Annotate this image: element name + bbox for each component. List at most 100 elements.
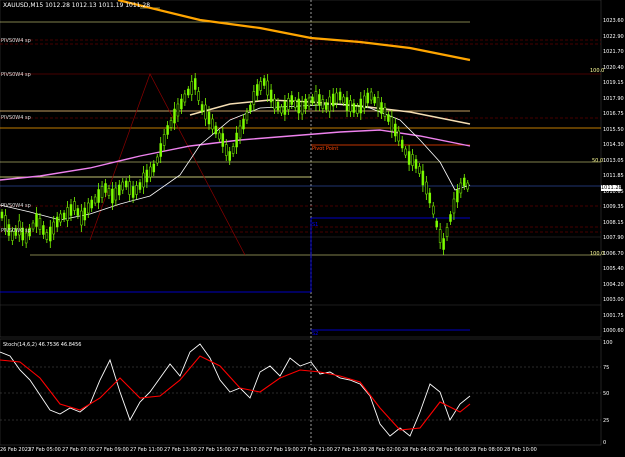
candle-body: [221, 133, 225, 147]
time-axis-label: 28 Feb 06:00: [436, 447, 469, 453]
candle-body: [311, 96, 314, 104]
price-axis-label: 1013.05: [603, 157, 624, 164]
candle-body: [304, 98, 307, 110]
candle-body: [76, 208, 80, 216]
candle-body: [449, 214, 452, 222]
candle-body: [128, 181, 131, 195]
candle-body: [31, 222, 35, 230]
candle-body: [162, 134, 166, 146]
candle-body: [225, 144, 228, 156]
candle-body: [269, 89, 273, 103]
time-axis-label: 27 Feb 15:00: [198, 447, 231, 453]
candle-body: [55, 216, 59, 228]
candle-body: [142, 172, 145, 188]
candle-body: [318, 94, 321, 106]
price-axis-label: 1021.70: [603, 49, 624, 55]
candle-body: [445, 227, 449, 237]
candle-body: [152, 163, 156, 173]
candle-body: [159, 143, 162, 157]
candle-body: [387, 114, 390, 122]
candle-body: [187, 88, 190, 96]
candle-body: [414, 159, 418, 169]
candle-body: [466, 182, 469, 190]
candle-body: [349, 100, 352, 112]
candle-body: [156, 156, 159, 164]
candle-body: [369, 91, 373, 101]
candle-body: [276, 101, 280, 111]
candle-body: [190, 81, 193, 95]
candle-body: [200, 104, 204, 112]
candle-body: [169, 120, 173, 128]
oscillator-axis-label: 50: [603, 391, 610, 397]
price-axis-label: 1015.50: [603, 126, 624, 133]
pivot-point-label: Pivot Point: [312, 146, 339, 152]
candle-body: [397, 130, 400, 142]
candle-body: [35, 213, 38, 227]
candle-body: [118, 184, 121, 196]
candle-body: [421, 170, 425, 186]
candle-body: [114, 187, 118, 201]
candle-body: [435, 220, 438, 228]
price-axis-label: 1003.00: [603, 297, 624, 303]
candle-body: [245, 111, 249, 121]
oscillator-axis-label: 100: [603, 340, 613, 346]
candle-body: [366, 92, 369, 104]
candle-body: [173, 108, 176, 124]
candle-body: [442, 238, 445, 250]
time-axis-label: 28 Feb 10:00: [504, 447, 537, 453]
candle-body: [283, 101, 287, 115]
candle-body: [290, 95, 294, 105]
candle-body: [62, 212, 66, 220]
candle-body: [214, 125, 218, 135]
price-axis-label: 1006.70: [603, 250, 624, 257]
candle-body: [273, 98, 276, 110]
candle-body: [249, 104, 252, 112]
candle-body: [107, 188, 111, 196]
time-axis-label: 27 Feb 13:00: [164, 447, 197, 453]
candle-body: [52, 221, 55, 235]
price-axis-label: 1014.30: [603, 142, 624, 148]
candle-body: [166, 125, 169, 135]
candle-body: [131, 186, 135, 198]
candle-body: [121, 181, 124, 191]
candle-body: [73, 201, 76, 211]
price-axis-label: 1009.35: [603, 204, 624, 210]
candle-body: [262, 78, 266, 86]
candle-body: [314, 91, 318, 105]
candle-body: [211, 118, 214, 130]
time-axis-label: 27 Feb 09:00: [96, 447, 129, 453]
candle-body: [407, 151, 411, 165]
candle-body: [376, 97, 380, 111]
candle-body: [135, 185, 138, 195]
candle-body: [183, 93, 187, 103]
price-axis-label: 1022.90: [603, 33, 624, 40]
candle-body: [59, 213, 62, 223]
candle-body: [242, 118, 245, 130]
price-axis[interactable]: 1023.60 1022.90 1021.70 1020.40 1019.15 1017.…: [601, 0, 625, 445]
price-axis-label: 1004.20: [603, 281, 624, 288]
time-axis-label: 27 Feb 17:00: [232, 447, 265, 453]
candle-body: [452, 198, 456, 214]
candle-body: [24, 232, 28, 244]
s2-label: S2: [312, 331, 319, 337]
candle-body: [328, 96, 331, 112]
candle-body: [294, 100, 297, 108]
candle-body: [80, 210, 83, 226]
candle-body: [404, 148, 407, 156]
left-level-label-1: PIVS0W4 sp: [1, 38, 31, 44]
candle-body: [38, 218, 42, 230]
window-title: XAUUSD,M15 1012.28 1012.13 1011.19 1011.…: [3, 2, 150, 9]
candle-body: [331, 93, 335, 107]
candle-body: [207, 111, 211, 125]
candle-body: [335, 92, 338, 104]
candle-body: [325, 102, 328, 110]
candle-body: [90, 199, 93, 209]
time-axis-label: 27 Feb 07:00: [62, 447, 95, 453]
chart-canvas[interactable]: [0, 0, 625, 457]
time-axis-label: 27 Feb 19:00: [266, 447, 299, 453]
candle-body: [218, 132, 221, 140]
candle-body: [45, 232, 49, 240]
candle-body: [432, 205, 435, 215]
time-axis-label: 27 Feb 05:00: [28, 447, 61, 453]
left-level-label-3: PIVS0W4 sp: [1, 115, 31, 121]
